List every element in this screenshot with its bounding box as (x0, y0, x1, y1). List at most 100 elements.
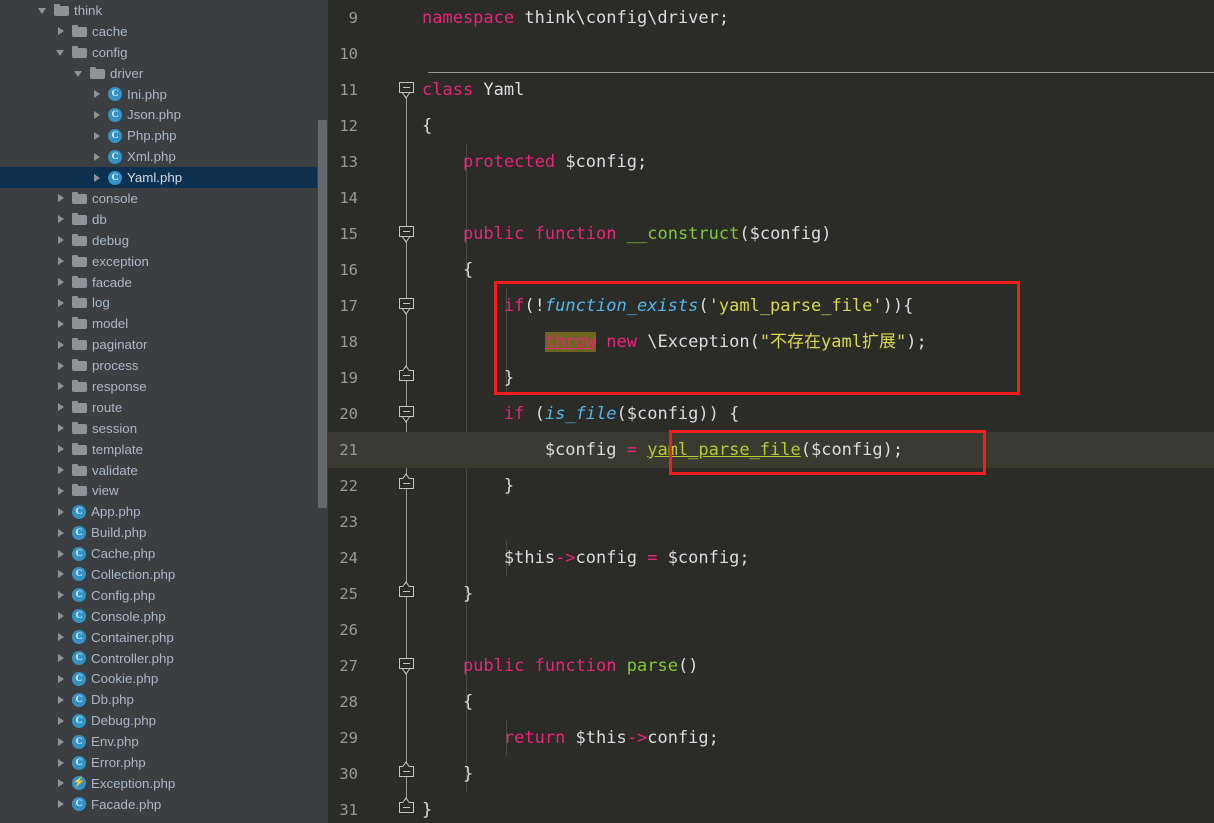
editor-line-9[interactable]: 9 namespace think\config\driver; (328, 0, 1214, 36)
chevron-right-icon[interactable] (56, 527, 67, 538)
chevron-right-icon[interactable] (56, 694, 67, 705)
tree-item-container-php[interactable]: C Container.php (0, 627, 328, 648)
chevron-right-icon[interactable] (56, 235, 67, 246)
line-content[interactable]: public function parse() (422, 648, 698, 684)
chevron-right-icon[interactable] (56, 632, 67, 643)
chevron-right-icon[interactable] (56, 736, 67, 747)
sidebar-scrollbar-track[interactable] (317, 0, 328, 823)
chevron-right-icon[interactable] (56, 506, 67, 517)
tree-item-db-php[interactable]: C Db.php (0, 689, 328, 710)
tree-item-php-php[interactable]: C Php.php (0, 125, 328, 146)
chevron-right-icon[interactable] (56, 256, 67, 267)
chevron-right-icon[interactable] (56, 465, 67, 476)
tree-item-template[interactable]: template (0, 439, 328, 460)
line-content[interactable]: protected $config; (422, 144, 647, 180)
editor-line-27[interactable]: 27 public function parse() (328, 648, 1214, 684)
editor-line-22[interactable]: 22 } (328, 468, 1214, 504)
line-content[interactable]: public function __construct($config) (422, 216, 832, 252)
editor-line-14[interactable]: 14 (328, 180, 1214, 216)
editor-line-17[interactable]: 17 if(!function_exists('yaml_parse_file'… (328, 288, 1214, 324)
tree-item-exception[interactable]: exception (0, 251, 328, 272)
tree-item-response[interactable]: response (0, 376, 328, 397)
chevron-right-icon[interactable] (56, 214, 67, 225)
chevron-right-icon[interactable] (56, 381, 67, 392)
tree-item-facade-php[interactable]: C Facade.php (0, 794, 328, 815)
line-content[interactable]: $config = yaml_parse_file($config); (422, 432, 903, 468)
tree-item-cache-php[interactable]: C Cache.php (0, 543, 328, 564)
tree-item-config-php[interactable]: C Config.php (0, 585, 328, 606)
line-content[interactable]: } (422, 360, 514, 396)
chevron-right-icon[interactable] (56, 778, 67, 789)
chevron-right-icon[interactable] (56, 402, 67, 413)
tree-item-console-php[interactable]: C Console.php (0, 606, 328, 627)
tree-item-cookie-php[interactable]: C Cookie.php (0, 669, 328, 690)
editor-line-28[interactable]: 28 { (328, 684, 1214, 720)
chevron-right-icon[interactable] (56, 757, 67, 768)
line-content[interactable]: namespace think\config\driver; (422, 0, 729, 36)
tree-item-controller-php[interactable]: C Controller.php (0, 648, 328, 669)
chevron-right-icon[interactable] (56, 193, 67, 204)
tree-item-db[interactable]: db (0, 209, 328, 230)
line-content[interactable]: throw new \Exception("不存在yaml扩展"); (422, 324, 927, 360)
chevron-right-icon[interactable] (56, 485, 67, 496)
tree-item-facade[interactable]: facade (0, 272, 328, 293)
line-content[interactable]: { (422, 108, 432, 144)
editor-line-26[interactable]: 26 (328, 612, 1214, 648)
tree-item-build-php[interactable]: C Build.php (0, 522, 328, 543)
chevron-right-icon[interactable] (56, 277, 67, 288)
chevron-right-icon[interactable] (56, 569, 67, 580)
tree-item-error-php[interactable]: C Error.php (0, 752, 328, 773)
chevron-right-icon[interactable] (56, 339, 67, 350)
tree-item-model[interactable]: model (0, 313, 328, 334)
chevron-right-icon[interactable] (56, 611, 67, 622)
editor-line-25[interactable]: 25 } (328, 576, 1214, 612)
line-content[interactable]: } (422, 792, 432, 823)
tree-item-log[interactable]: log (0, 292, 328, 313)
chevron-right-icon[interactable] (56, 444, 67, 455)
chevron-down-icon[interactable] (56, 47, 67, 58)
editor-line-15[interactable]: 15 public function __construct($config) (328, 216, 1214, 252)
editor-line-16[interactable]: 16 { (328, 252, 1214, 288)
project-tree-panel[interactable]: think cache config driver C Ini.php C Json.php C… (0, 0, 328, 823)
editor-line-29[interactable]: 29 return $this->config; (328, 720, 1214, 756)
tree-item-json-php[interactable]: C Json.php (0, 104, 328, 125)
tree-item-route[interactable]: route (0, 397, 328, 418)
chevron-right-icon[interactable] (56, 26, 67, 37)
chevron-right-icon[interactable] (92, 89, 103, 100)
chevron-right-icon[interactable] (56, 590, 67, 601)
chevron-down-icon[interactable] (38, 5, 49, 16)
tree-item-xml-php[interactable]: C Xml.php (0, 146, 328, 167)
editor-line-21[interactable]: 21 $config = yaml_parse_file($config); (328, 432, 1214, 468)
line-content[interactable]: $this->config = $config; (422, 540, 750, 576)
editor-line-30[interactable]: 30 } (328, 756, 1214, 792)
chevron-right-icon[interactable] (56, 297, 67, 308)
chevron-down-icon[interactable] (74, 68, 85, 79)
line-content[interactable]: } (422, 576, 473, 612)
chevron-right-icon[interactable] (56, 318, 67, 329)
chevron-right-icon[interactable] (92, 172, 103, 183)
line-content[interactable]: if(!function_exists('yaml_parse_file')){ (422, 288, 913, 324)
chevron-right-icon[interactable] (56, 799, 67, 810)
sidebar-scrollbar-thumb[interactable] (318, 120, 327, 508)
tree-item-yaml-php[interactable]: C Yaml.php (0, 167, 328, 189)
editor-line-11[interactable]: 11 class Yaml (328, 72, 1214, 108)
chevron-right-icon[interactable] (56, 653, 67, 664)
line-content[interactable]: if (is_file($config)) { (422, 396, 739, 432)
editor-line-12[interactable]: 12 { (328, 108, 1214, 144)
chevron-right-icon[interactable] (56, 548, 67, 559)
editor-lines[interactable]: 9 namespace think\config\driver; 10 11 class… (328, 0, 1214, 823)
line-content[interactable]: } (422, 756, 473, 792)
tree-item-driver[interactable]: driver (0, 63, 328, 84)
tree-item-collection-php[interactable]: C Collection.php (0, 564, 328, 585)
tree-item-ini-php[interactable]: C Ini.php (0, 84, 328, 105)
tree-item-validate[interactable]: validate (0, 460, 328, 481)
tree-item-app-php[interactable]: C App.php (0, 501, 328, 522)
tree-item-debug[interactable]: debug (0, 230, 328, 251)
line-content[interactable]: class Yaml (422, 72, 524, 108)
chevron-right-icon[interactable] (92, 109, 103, 120)
tree-item-env-php[interactable]: C Env.php (0, 731, 328, 752)
editor-line-18[interactable]: 18 throw new \Exception("不存在yaml扩展"); (328, 324, 1214, 360)
tree-item-process[interactable]: process (0, 355, 328, 376)
editor-line-23[interactable]: 23 (328, 504, 1214, 540)
line-content[interactable]: { (422, 252, 473, 288)
